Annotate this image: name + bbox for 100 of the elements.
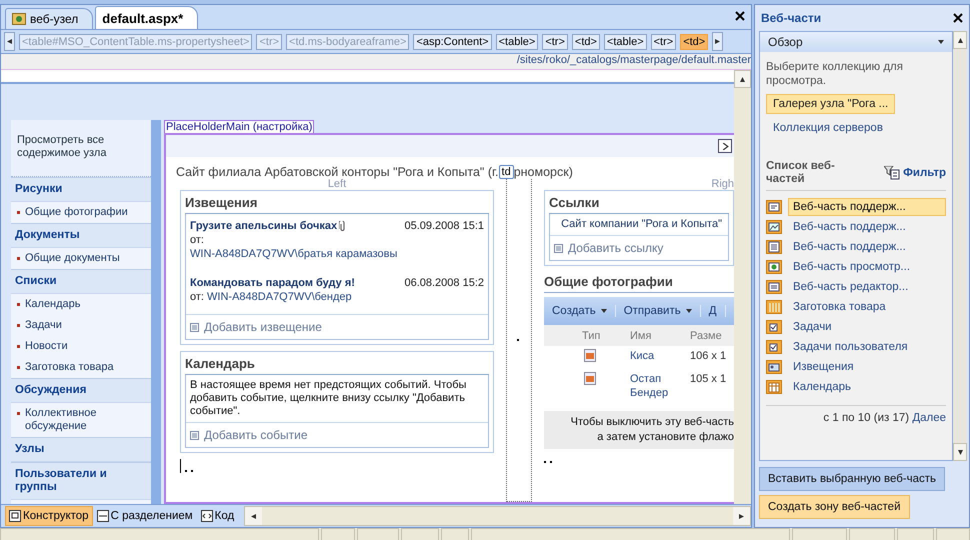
view-all-link[interactable]: Просмотреть все содержимое узла: [11, 120, 151, 177]
announce-part-icon: [766, 360, 782, 374]
nav-link[interactable]: Задачи: [25, 319, 62, 332]
dots-mark: [544, 461, 553, 464]
add-event-link[interactable]: Добавить событие: [204, 428, 308, 442]
nav-link[interactable]: Календарь: [25, 298, 81, 311]
tag-selector[interactable]: <td>: [680, 34, 708, 50]
column-header[interactable]: Тип: [544, 325, 630, 346]
nav-link[interactable]: Заготовка товара: [25, 361, 114, 374]
code-view-icon: [200, 510, 213, 522]
viewer-part-icon: [766, 260, 782, 274]
web-part-item[interactable]: Заготовка товара: [788, 298, 946, 316]
tag-selector[interactable]: <tr>: [650, 34, 676, 50]
scroll-left-button[interactable]: [4, 32, 15, 51]
nav-link[interactable]: Коллективное обсуждение: [25, 407, 145, 433]
nav-link[interactable]: Общие фотографии: [25, 206, 128, 219]
chevron-icon: [722, 142, 728, 150]
right-arrow-icon: [715, 39, 720, 44]
scroll-right-button[interactable]: [712, 32, 724, 51]
placeholder-label: PlaceHolderMain (настройка): [164, 120, 314, 133]
tag-selector[interactable]: <table>: [496, 34, 538, 50]
file-name[interactable]: Остап Бендер: [630, 369, 690, 403]
web-part-item[interactable]: Веб-часть просмотр...: [788, 258, 946, 276]
web-part-item[interactable]: Веб-часть поддерж...: [788, 218, 946, 236]
web-part-title: Извещения: [185, 193, 489, 214]
empty-message: В настоящее время нет предстоящих событий. Чтобы добавить событие, щелкните внизу ссылку "Добавить событие".: [189, 378, 468, 419]
toolbar-menu[interactable]: Д: [700, 305, 726, 317]
down-arrow-icon: [958, 450, 962, 454]
web-part-item[interactable]: Задачи: [788, 318, 946, 336]
collection-item[interactable]: Галерея узла "Рога ...: [766, 94, 896, 114]
notice-text: Чтобы выключить эту веб-часть: [570, 415, 734, 430]
column-header[interactable]: Разме: [690, 325, 734, 346]
file-name[interactable]: Киса: [630, 346, 690, 369]
tasks-part-icon: [766, 320, 782, 334]
horizontal-scrollbar[interactable]: [244, 506, 751, 526]
form-part-icon: [766, 200, 782, 214]
cell-tag: td: [498, 165, 514, 179]
add-announcement-link[interactable]: Добавить извещение: [204, 320, 322, 334]
filter-button[interactable]: Фильтр: [884, 166, 946, 180]
web-part-title: Ссылки: [549, 193, 729, 214]
close-icon[interactable]: [953, 13, 963, 23]
create-zone-button[interactable]: Создать зону веб-частей: [759, 495, 910, 519]
web-part-item[interactable]: Календарь: [788, 378, 946, 396]
author-link[interactable]: WIN-A848DA7Q7WV\бендер: [207, 291, 352, 303]
tag-selector[interactable]: <table>: [604, 34, 647, 50]
text-cursor: [180, 459, 181, 473]
view-tab[interactable]: Код: [196, 506, 238, 526]
toolbar-menu[interactable]: Создать: [544, 305, 616, 317]
author-link[interactable]: WIN-A848DA7Q7WV\братья карамазовы: [190, 248, 398, 260]
caret-icon: [600, 309, 607, 313]
mode-dropdown[interactable]: Обзор: [760, 32, 952, 52]
toolbar-menu[interactable]: Отправить: [616, 305, 701, 317]
document-tab[interactable]: веб-узел: [5, 8, 94, 29]
document-tab[interactable]: default.aspx*: [95, 6, 198, 29]
bullet-icon: [17, 303, 20, 306]
web-part-title: Календарь: [185, 354, 489, 375]
nav-heading[interactable]: Обсуждения: [11, 378, 151, 403]
view-tab[interactable]: Конструктор: [5, 506, 93, 526]
tag-selector[interactable]: <tr>: [542, 34, 568, 50]
collection-item[interactable]: Коллекция серверов: [766, 118, 890, 138]
next-link[interactable]: Далее: [912, 412, 946, 424]
nav-link[interactable]: Новости: [25, 340, 68, 353]
vertical-scrollbar[interactable]: [953, 31, 967, 461]
link-item[interactable]: Сайт компании "Рога и Копыта": [561, 218, 722, 231]
web-part-item[interactable]: Извещения: [788, 358, 946, 376]
nav-link[interactable]: Общие документы: [25, 252, 120, 265]
chevron-button[interactable]: [718, 139, 732, 153]
zone-label: Righ: [711, 179, 734, 190]
add-icon: [554, 244, 563, 252]
from-label: от:: [190, 291, 204, 303]
design-view-icon: [9, 510, 21, 522]
announcement-title[interactable]: Грузите апельсины бочках: [190, 220, 338, 232]
table-cell-text: 106 x 1: [690, 349, 728, 364]
nav-heading[interactable]: Узлы: [11, 437, 151, 462]
announcement-date: 06.08.2008 15:2: [404, 277, 484, 289]
close-icon[interactable]: [735, 11, 745, 21]
nav-heading[interactable]: Пользователи и группы: [11, 462, 151, 500]
site-description: Сайт филиала Арбатовской конторы "Рога и Копыта" (г.: [176, 165, 499, 179]
web-part-item[interactable]: Веб-часть поддерж...: [788, 198, 946, 216]
paperclip-icon: [339, 220, 346, 232]
split-view-icon: [96, 510, 109, 522]
nav-heading[interactable]: Списки: [11, 269, 151, 294]
nav-heading[interactable]: Документы: [11, 223, 151, 248]
editor-part-icon: [766, 280, 782, 294]
caret-icon: [686, 309, 692, 313]
tasks-part-icon: [766, 340, 782, 354]
dots-mark: [185, 470, 194, 473]
tag-selector[interactable]: <asp:Content>: [413, 34, 492, 50]
insert-button[interactable]: Вставить выбранную веб-часть: [759, 467, 946, 491]
vertical-scrollbar[interactable]: [734, 70, 751, 504]
view-tab[interactable]: С разделением: [92, 506, 197, 526]
nav-heading[interactable]: Рисунки: [11, 177, 151, 202]
web-part-item[interactable]: Задачи пользователя: [788, 338, 946, 356]
filter-icon: [884, 166, 900, 180]
column-header[interactable]: Имя: [630, 325, 690, 346]
web-part-item[interactable]: Веб-часть редактор...: [788, 278, 946, 296]
tag-selector[interactable]: <td>: [572, 34, 600, 50]
web-part-item[interactable]: Веб-часть поддерж...: [788, 238, 946, 256]
add-link[interactable]: Добавить ссылку: [568, 241, 664, 255]
announcement-title[interactable]: Командовать парадом буду я!: [190, 277, 355, 289]
